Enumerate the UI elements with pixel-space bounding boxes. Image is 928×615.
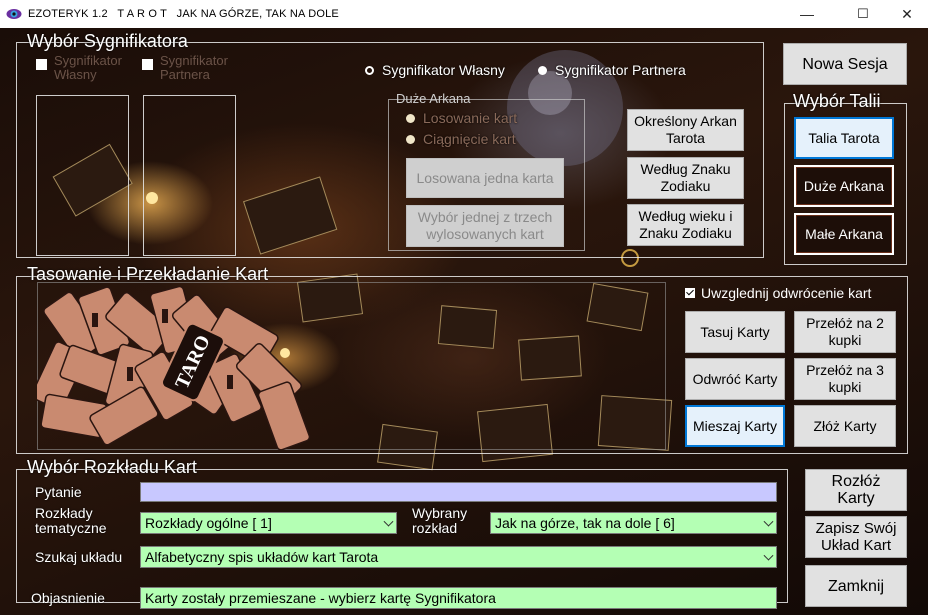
question-label: Pytanie — [35, 484, 82, 500]
reversal-check-label: Uwzglednij odwrócenie kart — [701, 285, 872, 301]
radio-pull-cards[interactable]: Ciągnięcie kart — [406, 131, 516, 147]
checkbox-box[interactable] — [142, 59, 153, 70]
by-age-zodiac-button[interactable]: Według wieku i Znaku Zodiaku — [627, 204, 744, 246]
checkbox-box[interactable] — [36, 59, 47, 70]
own-significator-check-label: Sygnifikator Własny — [54, 53, 122, 82]
radio-pull-label: Ciągnięcie kart — [423, 131, 516, 147]
search-spread-value: Alfabetyczny spis układów kart Tarota — [145, 549, 379, 565]
tarot-deck-button[interactable]: Talia Tarota — [794, 117, 894, 159]
deck-legend: Wybór Talii — [793, 91, 881, 111]
shuffle-button[interactable]: Tasuj Karty — [685, 311, 785, 353]
partner-significator-check-label: Sygnifikator Partnera — [160, 53, 228, 82]
chosen-spread-value: Jak na górze, tak na dole [ 6] — [495, 515, 675, 531]
major-arcana-legend: Duże Arkana — [396, 91, 471, 106]
radio-own-label: Sygnifikator Własny — [382, 62, 505, 78]
shuffled-cards[interactable]: TARO — [37, 285, 327, 450]
mix-button[interactable]: Mieszaj Karty — [685, 405, 785, 447]
radio-dot[interactable] — [365, 65, 374, 75]
chevron-down-icon[interactable] — [383, 516, 394, 527]
explanation-field: Karty zostały przemieszane - wybierz kar… — [140, 587, 777, 609]
chevron-down-icon[interactable] — [763, 550, 774, 561]
close-window-button[interactable]: ✕ — [884, 0, 928, 28]
specific-arcana-button[interactable]: Określony Arkan Tarota — [627, 109, 744, 151]
partner-significator-checkbox[interactable]: Sygnifikator Partnera — [142, 54, 228, 82]
title-bar: EZOTERYK 1.2 T A R O T JAK NA GÓRZE, TAK… — [0, 0, 928, 28]
window-title: EZOTERYK 1.2 T A R O T JAK NA GÓRZE, TAK… — [28, 8, 339, 20]
checkbox-box[interactable] — [685, 288, 695, 298]
thematic-select[interactable]: Rozkłady ogólne [ 1] — [140, 512, 397, 534]
partner-significator-card-slot[interactable] — [143, 95, 236, 256]
own-significator-checkbox[interactable]: Sygnifikator Własny — [36, 54, 122, 82]
search-label: Szukaj układu — [35, 549, 123, 565]
radio-partner-significator[interactable]: Sygnifikator Partnera — [538, 62, 686, 78]
gather-button[interactable]: Złóż Karty — [794, 405, 896, 447]
main-area: Wybór Sygnifikatora Sygnifikator Własny … — [0, 28, 928, 615]
question-input[interactable] — [140, 482, 777, 502]
minimize-button[interactable]: — — [784, 0, 830, 28]
chosen-spread-select[interactable]: Jak na górze, tak na dole [ 6] — [490, 512, 777, 534]
explanation-label: Objasnienie — [31, 590, 105, 606]
radio-own-significator[interactable]: Sygnifikator Własny — [365, 62, 505, 78]
maximize-button[interactable]: ☐ — [840, 0, 886, 28]
radio-dot[interactable] — [406, 134, 415, 144]
cut-two-button[interactable]: Przełóż na 2 kupki — [794, 311, 896, 353]
cut-three-button[interactable]: Przełóż na 3 kupki — [794, 358, 896, 400]
radio-random-cards[interactable]: Losowanie kart — [406, 110, 517, 126]
new-session-button[interactable]: Nowa Sesja — [783, 43, 907, 85]
by-zodiac-button[interactable]: Według Znaku Zodiaku — [627, 157, 744, 199]
reversal-checkbox[interactable]: Uwzglednij odwrócenie kart — [685, 285, 871, 301]
significator-legend: Wybór Sygnifikatora — [27, 31, 188, 51]
major-arcana-deck-button[interactable]: Duże Arkana — [794, 165, 894, 207]
search-spread-select[interactable]: Alfabetyczny spis układów kart Tarota — [140, 546, 777, 568]
radio-dot[interactable] — [406, 113, 415, 123]
thematic-label: Rozkłady tematyczne — [35, 505, 107, 536]
close-button[interactable]: Zamknij — [805, 565, 907, 607]
chevron-down-icon[interactable] — [763, 516, 774, 527]
eye-icon — [6, 9, 22, 19]
own-significator-card-slot[interactable] — [36, 95, 129, 256]
radio-dot[interactable] — [538, 65, 547, 75]
chosen-label: Wybrany rozkład — [412, 505, 468, 536]
radio-random-label: Losowanie kart — [423, 110, 518, 126]
reverse-button[interactable]: Odwróć Karty — [685, 358, 785, 400]
thematic-select-value: Rozkłady ogólne [ 1] — [145, 515, 272, 531]
random-one-card-button[interactable]: Losowana jedna karta — [406, 158, 564, 198]
minor-arcana-deck-button[interactable]: Małe Arkana — [794, 213, 894, 255]
spread-legend: Wybór Rozkładu Kart — [27, 457, 197, 477]
one-of-three-button[interactable]: Wybór jednej z trzech wylosowanych kart — [406, 205, 564, 247]
save-spread-button[interactable]: Zapisz Swój Układ Kart — [805, 516, 907, 558]
radio-partner-label: Sygnifikator Partnera — [555, 62, 686, 78]
lay-out-cards-button[interactable]: Rozłóż Karty — [805, 469, 907, 511]
